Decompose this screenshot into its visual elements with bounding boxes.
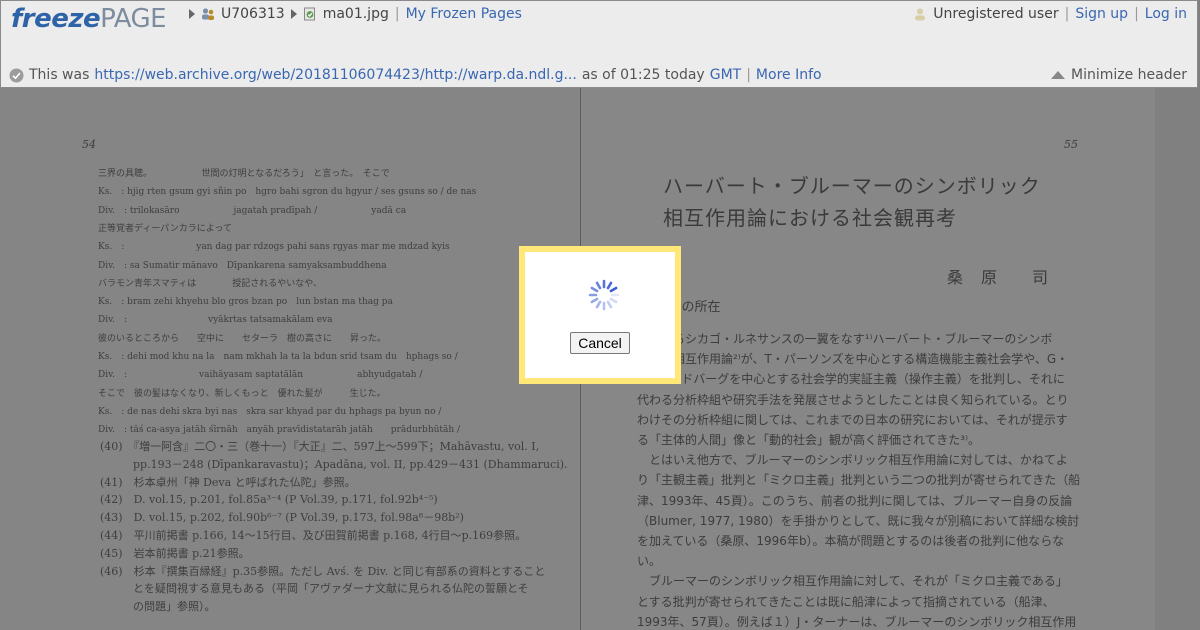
separator: | (1064, 6, 1070, 22)
more-info-link[interactable]: More Info (756, 67, 822, 83)
freezepage-header: freezePAGE U706313 ma01.jpg | My Frozen … (0, 0, 1198, 88)
crumb-file[interactable]: ma01.jpg (323, 6, 389, 22)
text-line: Ks. : dehi mod khu na la nam mkhah la ta… (98, 352, 458, 362)
article-title-line-1: ハーバート・ブルーマーのシンボリック (663, 174, 1041, 198)
text-line: とはいえ他方で、ブルーマーのシンボリック相互作用論に対しては、かねてよ (637, 453, 1068, 468)
text-line: (45) 岩本前掲書 p.21参照。 (100, 546, 250, 560)
spinner-segment (609, 286, 618, 293)
right-page-number: 55 (1064, 138, 1078, 151)
text-line: Div. : vaihāyasam saptatālān abhyudgatah… (98, 370, 423, 381)
this-was-label: This was (29, 67, 90, 83)
text-line: A・ランドバーグを中心とする社会学的実証主義（操作主義）を批判し、それに (637, 372, 1065, 387)
text-line: ブルーマーのシンボリック相互作用論に対して、それが「ミクロ主義である」 (637, 574, 1068, 589)
text-line: いわゆるシカゴ・ルネサンスの一翼をなす¹⁾ハーバート・ブルーマーのシンボ (637, 332, 1053, 346)
text-line: 代わる分析枠組や研究手法を発展させようとしたことは良く知られている。とり (637, 392, 1069, 407)
spinner-segment (595, 300, 602, 309)
text-line: そこで 彼の髪はなくなり、新しくもっと 優れた髪が 生じた。 (98, 388, 386, 399)
text-line: (43) D. vol.15, p.202, fol.90b⁶⁻⁷ (P Vol… (100, 511, 464, 525)
users-icon (202, 8, 214, 20)
left-book-page: 54 三界の具聴。 世間の灯明となるだろう」 と言った。 そこで Ks. : hj… (0, 88, 580, 630)
text-line: Ks. : yan dag par rdzogs pahi sans rgyas… (98, 242, 450, 253)
text-line: (44) 平川前掲書 p.166, 14～15行目、及び田賀前掲書 p.168,… (100, 529, 527, 542)
cancel-button[interactable]: Cancel (570, 332, 630, 354)
text-line: 1993年、57頁）。例えば１）J・ターナーは、ブルーマーのシンボリック相互作用 (637, 614, 1077, 629)
text-line: 正等覚者ディーパンカラによって (98, 223, 233, 234)
text-line: pp.193－248 (Dīpankaravastu)；Apadāna, vol… (100, 457, 568, 471)
text-line: る「主体的人間」像と「動的社会」観が高く評価されてきた³⁾。 (637, 433, 981, 447)
user-area: Unregistered user | Sign up | Log in (913, 6, 1187, 22)
text-line: り「主観主義」批判と「ミクロ主義」批判という二つの批判が寄せられてきた（船 (637, 473, 1081, 488)
image-file-icon (303, 7, 315, 21)
timezone-link[interactable]: GMT (710, 67, 741, 83)
crumb-user[interactable]: U706313 (221, 6, 285, 22)
spinner-segment (606, 281, 613, 290)
text-line: バラモン青年スマティは 授記されるやいなや、 (98, 278, 322, 289)
minimize-label: Minimize header (1071, 67, 1187, 83)
text-line: （Blumer, 1977, 1980）を手掛かりとして、既に我々が別稿において… (637, 513, 1080, 528)
chevron-right-icon (189, 9, 195, 19)
logo-word-page: PAGE (100, 4, 167, 34)
freezepage-logo[interactable]: freezePAGE (11, 3, 167, 35)
text-line: (42) D. vol.15, p.201, fol.85a³⁻⁴ (P Vol… (100, 493, 438, 507)
as-of-label: as of 01:25 today (581, 67, 705, 83)
source-info: This was https://web.archive.org/web/201… (9, 67, 822, 83)
spinner-segment (590, 286, 599, 293)
separator: | (746, 67, 751, 83)
source-url-link[interactable]: https://web.archive.org/web/201811060744… (94, 67, 576, 83)
user-icon (915, 8, 926, 21)
separator: | (1134, 6, 1139, 22)
user-status: Unregistered user (933, 6, 1059, 22)
spinner-segment (590, 297, 599, 304)
text-line: Div. : vyākrtas tatsamakālam eva (98, 315, 333, 326)
spinner-segment (606, 300, 613, 309)
text-line: 三界の具聴。 世間の灯明となるだろう」 と言った。 そこで (98, 169, 390, 179)
text-line: 彼のいるところから 空中に セターラ 樹の高さに 昇った。 (98, 333, 387, 344)
loading-dialog: Cancel (519, 246, 681, 384)
text-line: Ks. : hjig rten gsum gyi sñin po hgro ba… (98, 187, 477, 198)
text-line: リック相互作用論²⁾が、T・パーソンズを中心とする構造機能主義社会学や、G・ (637, 352, 1069, 367)
text-line: Div. : tāś ca-asya jatāh śīrnāh anyāh pr… (98, 425, 461, 436)
article-title-line-2: 相互作用論における社会観再考 (663, 206, 957, 230)
text-line: Ks. : de nas dehi skra byi nas skra sar … (98, 406, 442, 417)
page-margin (1155, 88, 1200, 630)
text-line: の問題」参照）。 (100, 600, 216, 614)
my-frozen-pages-link[interactable]: My Frozen Pages (406, 6, 522, 22)
text-line: (41) 杉本卓州「神 Deva と呼ばれた仏陀」参照。 (100, 475, 356, 489)
article-author: 桑 原 司 (947, 268, 1050, 287)
separator: | (394, 6, 400, 22)
spinner-segment (595, 281, 602, 290)
text-line: を加えている（桑原、1996年b）。本稿が問題とするのは後者の批判に他ならな (637, 534, 1065, 548)
text-line: (46) 杉本『撰集百縁経』p.35参照。ただし Avś. を Div. と同じ… (100, 564, 546, 578)
check-circle-icon (9, 68, 24, 82)
text-line: い。 (637, 554, 662, 569)
loading-spinner-icon (588, 279, 620, 311)
spinner-segment (609, 297, 618, 304)
triangle-up-icon (1051, 71, 1065, 79)
text-line: 津、1993年、45頁）。このうち、前者の批判に関しては、ブルーマー自身の反論 (637, 493, 1073, 508)
text-line: とを疑問視する意見もある（平岡「アヴァダーナ文献に見られる仏陀の誓願とそ (100, 582, 529, 596)
breadcrumb: U706313 ma01.jpg | My Frozen Pages (189, 6, 522, 22)
text-line: Ks. : bram zehi khyehu blo gros bzan po … (98, 297, 393, 308)
log-in-link[interactable]: Log in (1145, 6, 1187, 22)
text-line: とする批判が寄せられてきたことは既に船津によって指摘されている（船津、 (637, 594, 1055, 609)
sign-up-link[interactable]: Sign up (1075, 6, 1128, 22)
minimize-header-button[interactable]: Minimize header (1051, 67, 1187, 83)
logo-word-freeze: freeze (11, 4, 101, 34)
text-line: わけその分析枠組に関しては、これまでの日本の研究においては、それが提示す (637, 412, 1068, 427)
text-line: (40) 『増一阿含』二〇・三（巻十一）『大正』二、597上～599下；Mahā… (100, 440, 540, 453)
text-line: Div. : sa Sumatir mānavo Dīpankarena sam… (98, 260, 387, 271)
left-page-number: 54 (82, 138, 96, 151)
text-line: Div. : trilokasāro jagatah pradīpah / ya… (98, 205, 407, 216)
chevron-right-icon (290, 9, 297, 19)
